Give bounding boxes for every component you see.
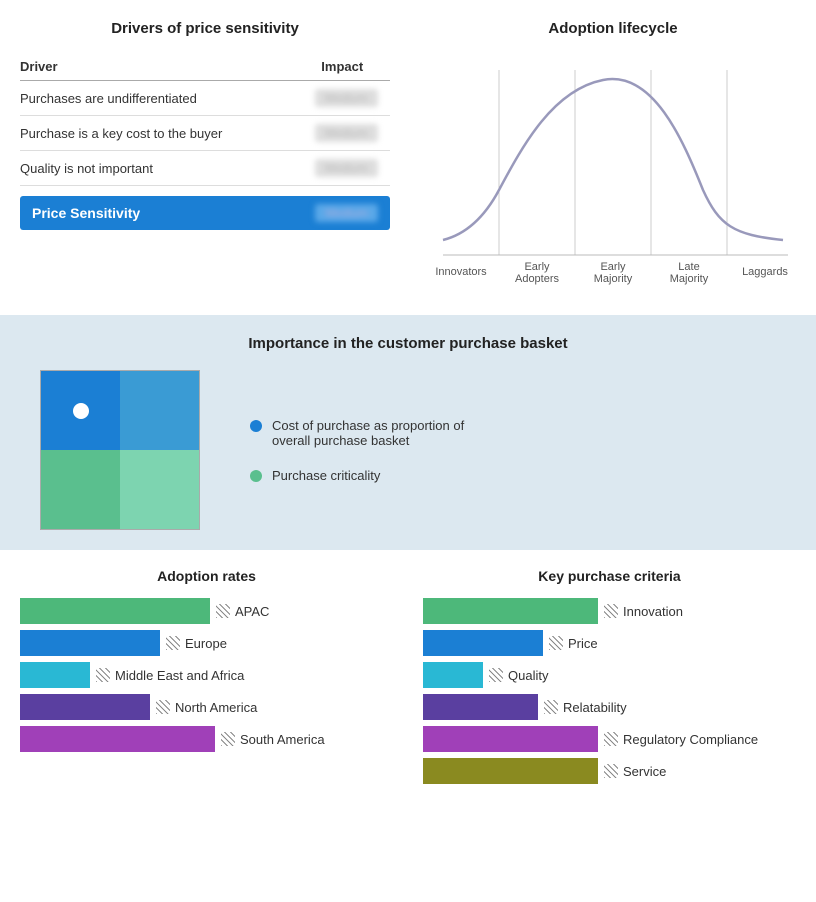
- middle-content: Cost of purchase as proportion of overal…: [30, 370, 786, 530]
- price-sensitivity-row[interactable]: Price Sensitivity Medium: [20, 196, 390, 230]
- driver-cell: Purchases are undifferentiated: [20, 81, 302, 116]
- svg-text:Late: Late: [678, 261, 699, 273]
- bar-label-europe: Europe: [166, 636, 227, 651]
- criteria-bar-chart: Innovation Price Quality: [423, 598, 796, 786]
- bar-label-service: Service: [604, 764, 666, 779]
- svg-text:Early: Early: [600, 261, 626, 273]
- impact-col-header: Impact: [302, 55, 390, 81]
- svg-text:Majority: Majority: [670, 273, 709, 285]
- quadrant-tl: [41, 371, 120, 450]
- bar-regulatory: [423, 726, 598, 752]
- quadrant-matrix: [40, 370, 200, 530]
- bar-row-na: North America: [20, 694, 393, 720]
- lifecycle-svg: Innovators Early Adopters Early Majority…: [423, 55, 803, 295]
- bottom-section: Adoption rates APAC Europe: [0, 550, 816, 796]
- center-dot: [73, 403, 89, 419]
- lifecycle-panel: Adoption lifecycle Innovators Early Adop…: [410, 10, 816, 305]
- legend-text-cost: Cost of purchase as proportion of overal…: [272, 418, 470, 448]
- quadrant-tr: [120, 371, 199, 450]
- impact-cell: Medium: [302, 81, 390, 116]
- hatch-icon-relatability: [544, 700, 558, 714]
- svg-text:Innovators: Innovators: [435, 266, 487, 278]
- svg-text:Majority: Majority: [594, 273, 633, 285]
- bar-row-price: Price: [423, 630, 796, 656]
- svg-text:Adopters: Adopters: [515, 273, 560, 285]
- bar-label-quality: Quality: [489, 668, 548, 683]
- hatch-icon-innovation: [604, 604, 618, 618]
- bar-row-mea: Middle East and Africa: [20, 662, 393, 688]
- hatch-icon-apac: [216, 604, 230, 618]
- bar-row-service: Service: [423, 758, 796, 784]
- table-row: Quality is not important Medium: [20, 151, 390, 186]
- impact-cell: Medium: [302, 116, 390, 151]
- hatch-icon-europe: [166, 636, 180, 650]
- hatch-icon-price: [549, 636, 563, 650]
- bar-label-mea: Middle East and Africa: [96, 668, 244, 683]
- criteria-title: Key purchase criteria: [423, 568, 796, 584]
- bar-row-sa: South America: [20, 726, 393, 752]
- bar-service: [423, 758, 598, 784]
- impact-value: Medium: [315, 124, 378, 142]
- bar-row-innovation: Innovation: [423, 598, 796, 624]
- table-row: Purchases are undifferentiated Medium: [20, 81, 390, 116]
- svg-text:Early: Early: [524, 261, 550, 273]
- bar-europe: [20, 630, 160, 656]
- legend-item-cost: Cost of purchase as proportion of overal…: [250, 418, 470, 448]
- legend-items: Cost of purchase as proportion of overal…: [250, 418, 470, 483]
- hatch-icon-regulatory: [604, 732, 618, 746]
- legend-dot-green: [250, 470, 262, 482]
- bar-na: [20, 694, 150, 720]
- bar-relatability: [423, 694, 538, 720]
- bar-row-quality: Quality: [423, 662, 796, 688]
- bar-quality: [423, 662, 483, 688]
- driver-cell: Purchase is a key cost to the buyer: [20, 116, 302, 151]
- impact-value: Medium: [315, 89, 378, 107]
- bar-label-sa: South America: [221, 732, 325, 747]
- hatch-icon-quality: [489, 668, 503, 682]
- bar-label-innovation: Innovation: [604, 604, 683, 619]
- price-sensitivity-label: Price Sensitivity: [32, 205, 140, 221]
- adoption-bar-chart: APAC Europe Middle East and Africa: [20, 598, 393, 754]
- quadrant-br: [120, 450, 199, 529]
- bar-label-na: North America: [156, 700, 257, 715]
- legend-text-criticality: Purchase criticality: [272, 468, 380, 483]
- bar-row-regulatory: Regulatory Compliance: [423, 726, 796, 752]
- hatch-icon-service: [604, 764, 618, 778]
- svg-text:Laggards: Laggards: [742, 266, 788, 278]
- bar-innovation: [423, 598, 598, 624]
- bar-mea: [20, 662, 90, 688]
- quadrant-bl: [41, 450, 120, 529]
- driver-col-header: Driver: [20, 55, 302, 81]
- lifecycle-title: Adoption lifecycle: [420, 20, 806, 37]
- table-row: Purchase is a key cost to the buyer Medi…: [20, 116, 390, 151]
- hatch-icon-na: [156, 700, 170, 714]
- drivers-panel: Drivers of price sensitivity Driver Impa…: [0, 10, 410, 305]
- adoption-title: Adoption rates: [20, 568, 393, 584]
- bar-row-apac: APAC: [20, 598, 393, 624]
- hatch-icon-sa: [221, 732, 235, 746]
- bar-sa: [20, 726, 215, 752]
- hatch-icon-mea: [96, 668, 110, 682]
- price-sensitivity-value: Medium: [315, 204, 378, 222]
- bar-row-relatability: Relatability: [423, 694, 796, 720]
- bar-price: [423, 630, 543, 656]
- drivers-table: Driver Impact Purchases are undifferenti…: [20, 55, 390, 186]
- bar-row-europe: Europe: [20, 630, 393, 656]
- middle-section: Importance in the customer purchase bask…: [0, 315, 816, 550]
- bar-label-regulatory: Regulatory Compliance: [604, 732, 758, 747]
- criteria-panel: Key purchase criteria Innovation Price: [413, 568, 806, 786]
- legend-item-criticality: Purchase criticality: [250, 468, 470, 483]
- driver-cell: Quality is not important: [20, 151, 302, 186]
- bar-label-price: Price: [549, 636, 598, 651]
- bar-label-relatability: Relatability: [544, 700, 627, 715]
- bar-apac: [20, 598, 210, 624]
- impact-cell: Medium: [302, 151, 390, 186]
- drivers-title: Drivers of price sensitivity: [20, 20, 390, 37]
- lifecycle-chart: Innovators Early Adopters Early Majority…: [423, 55, 803, 295]
- legend-dot-blue: [250, 420, 262, 432]
- bar-label-apac: APAC: [216, 604, 269, 619]
- middle-title: Importance in the customer purchase bask…: [30, 335, 786, 352]
- impact-value: Medium: [315, 159, 378, 177]
- adoption-panel: Adoption rates APAC Europe: [10, 568, 403, 786]
